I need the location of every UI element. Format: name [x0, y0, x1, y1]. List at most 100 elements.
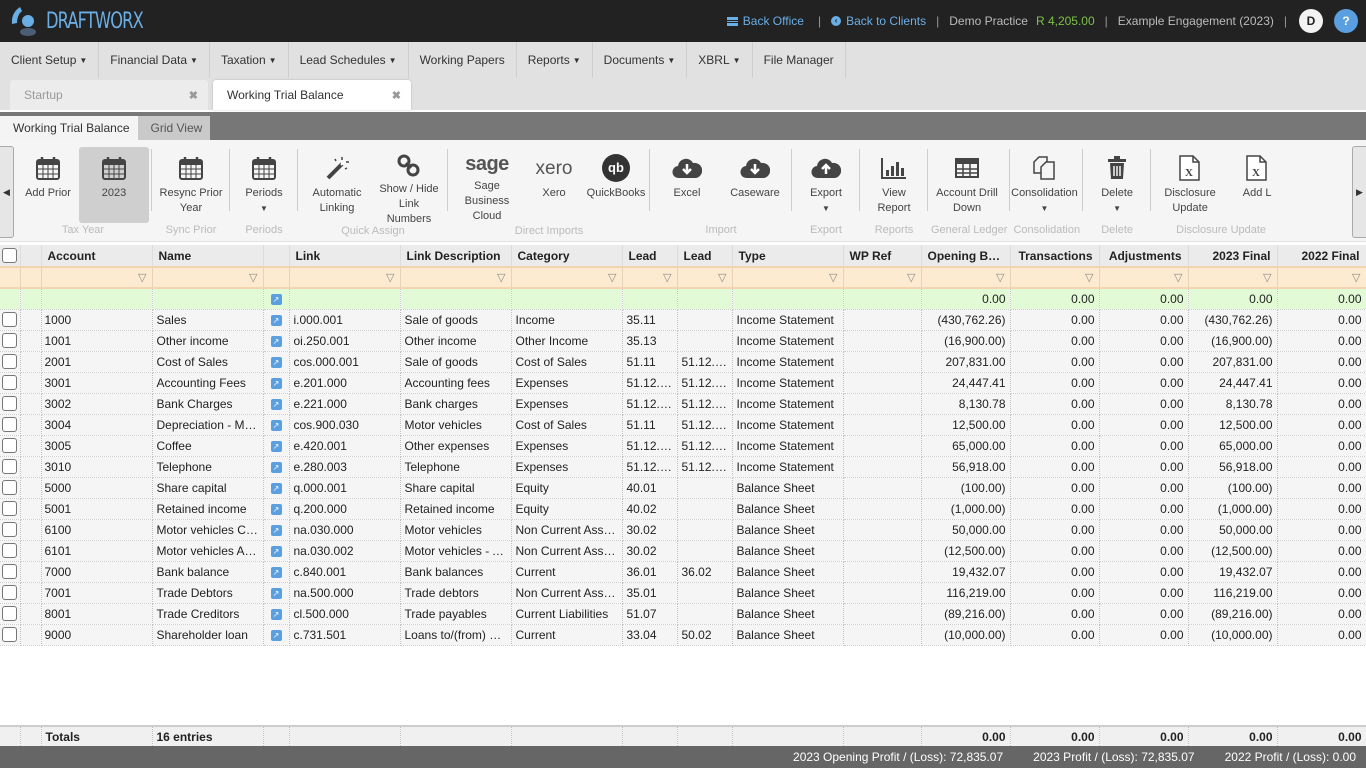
- lead2-cell[interactable]: [677, 477, 733, 499]
- filter-icon[interactable]: ▽: [249, 272, 257, 284]
- final-2022-cell[interactable]: 0.00: [1277, 477, 1366, 499]
- wp-ref-cell[interactable]: [843, 561, 922, 583]
- opening-balance-cell[interactable]: 56,918.00: [921, 456, 1011, 478]
- final-2022-cell[interactable]: 0.00: [1277, 330, 1366, 352]
- filter-icon[interactable]: ▽: [1174, 272, 1182, 284]
- type-cell[interactable]: Income Statement: [732, 393, 844, 415]
- filter-icon[interactable]: ▽: [718, 272, 726, 284]
- lead2-cell[interactable]: [677, 603, 733, 625]
- transactions-cell[interactable]: 0.00: [1010, 309, 1100, 331]
- link-icon[interactable]: ↗: [270, 294, 282, 306]
- final-2023-cell[interactable]: 207,831.00: [1188, 351, 1278, 373]
- lead2-cell[interactable]: 51.12.10: [677, 435, 733, 457]
- row-select-cell[interactable]: [0, 477, 21, 499]
- wp-ref-cell[interactable]: [843, 477, 922, 499]
- logo[interactable]: DRAFTWORX: [8, 0, 164, 42]
- category-cell[interactable]: Cost of Sales: [511, 414, 623, 436]
- lead2-cell[interactable]: [677, 498, 733, 520]
- doc-tab-startup[interactable]: Startup ✖: [10, 80, 208, 110]
- lead2-cell[interactable]: 51.12.05: [677, 414, 733, 436]
- row-checkbox[interactable]: [2, 501, 17, 517]
- final-2023-cell[interactable]: 19,432.07: [1188, 561, 1278, 583]
- account-cell[interactable]: 3001: [41, 372, 153, 394]
- lead-cell[interactable]: 51.12.08: [622, 393, 678, 415]
- adjustments-cell[interactable]: 0.00: [1099, 561, 1189, 583]
- account-cell[interactable]: 8001: [41, 603, 153, 625]
- name-cell[interactable]: Share capital: [152, 477, 264, 499]
- adjustments-cell[interactable]: 0.00: [1099, 498, 1189, 520]
- category-cell[interactable]: Expenses: [511, 456, 623, 478]
- link-icon-cell[interactable]: ↗: [263, 372, 290, 394]
- type-cell[interactable]: Income Statement: [732, 309, 844, 331]
- link-icon-cell[interactable]: ↗: [263, 519, 290, 541]
- account-cell[interactable]: 1001: [41, 330, 153, 352]
- new-entry-cell[interactable]: [289, 288, 401, 310]
- wp-ref-cell[interactable]: [843, 540, 922, 562]
- transactions-cell[interactable]: 0.00: [1010, 456, 1100, 478]
- adjustments-cell[interactable]: 0.00: [1099, 456, 1189, 478]
- transactions-cell[interactable]: 0.00: [1010, 435, 1100, 457]
- lead2-cell[interactable]: 51.12.10: [677, 372, 733, 394]
- link-icon-cell[interactable]: ↗: [263, 393, 290, 415]
- row-select-cell[interactable]: [0, 330, 21, 352]
- menu-financial-data[interactable]: Financial Data ▼: [99, 42, 210, 78]
- select-all-header[interactable]: [0, 245, 21, 268]
- final-2022-cell[interactable]: 0.00: [1277, 372, 1366, 394]
- quickbooks-button[interactable]: qb QuickBooks: [585, 147, 647, 224]
- table-row[interactable]: 3010 Telephone ↗ e.280.003 Telephone Expenses…: [0, 456, 1366, 478]
- final-2023-cell[interactable]: 116,219.00: [1188, 582, 1278, 604]
- row-checkbox[interactable]: [2, 606, 17, 622]
- name-cell[interactable]: Depreciation - Mot...: [152, 414, 264, 436]
- link-cell[interactable]: na.030.000: [289, 519, 401, 541]
- account-cell[interactable]: 6100: [41, 519, 153, 541]
- table-row[interactable]: 6100 Motor vehicles Cost ↗ na.030.000 Motor …: [0, 519, 1366, 541]
- category-cell[interactable]: Expenses: [511, 372, 623, 394]
- menu-xbrl[interactable]: XBRL ▼: [687, 42, 753, 78]
- account-cell[interactable]: 5000: [41, 477, 153, 499]
- lead-cell[interactable]: 40.02: [622, 498, 678, 520]
- lead2-cell[interactable]: 36.02: [677, 561, 733, 583]
- name-cell[interactable]: Bank balance: [152, 561, 264, 583]
- close-icon[interactable]: ✖: [189, 89, 198, 102]
- name-cell[interactable]: Other income: [152, 330, 264, 352]
- row-select-cell[interactable]: [0, 393, 21, 415]
- adjustments-cell[interactable]: 0.00: [1099, 309, 1189, 331]
- column-header[interactable]: Category: [511, 245, 623, 268]
- row-select-cell[interactable]: [0, 351, 21, 373]
- column-header[interactable]: Type: [732, 245, 844, 268]
- new-entry-cell[interactable]: [20, 288, 42, 310]
- link-icon[interactable]: ↗: [270, 566, 282, 578]
- table-row[interactable]: 2001 Cost of Sales ↗ cos.000.001 Sale of goo…: [0, 351, 1366, 373]
- filter-icon[interactable]: ▽: [608, 272, 616, 284]
- new-entry-cell[interactable]: [152, 288, 264, 310]
- category-cell[interactable]: Current Liabilities: [511, 603, 623, 625]
- table-row[interactable]: 1000 Sales ↗ i.000.001 Sale of goods Income 35…: [0, 309, 1366, 331]
- transactions-cell[interactable]: 0.00: [1010, 393, 1100, 415]
- link-cell[interactable]: e.420.001: [289, 435, 401, 457]
- link-description-cell[interactable]: Retained income: [400, 498, 512, 520]
- user-avatar[interactable]: D: [1299, 9, 1323, 33]
- row-checkbox[interactable]: [2, 564, 17, 580]
- view-report-button[interactable]: View Report: [863, 147, 925, 223]
- filter-cell[interactable]: [263, 267, 290, 289]
- row-select-cell[interactable]: [0, 456, 21, 478]
- link-description-cell[interactable]: Motor vehicles: [400, 414, 512, 436]
- final-2022-cell[interactable]: 0.00: [1277, 540, 1366, 562]
- wp-ref-cell[interactable]: [843, 435, 922, 457]
- link-description-cell[interactable]: Motor vehicles: [400, 519, 512, 541]
- row-select-cell[interactable]: [0, 519, 21, 541]
- transactions-cell[interactable]: 0.00: [1010, 582, 1100, 604]
- new-entry-cell[interactable]: 0.00: [1010, 288, 1100, 310]
- link-cell[interactable]: na.030.002: [289, 540, 401, 562]
- category-cell[interactable]: Current: [511, 624, 623, 646]
- row-select-cell[interactable]: [0, 624, 21, 646]
- column-header[interactable]: Lead: [622, 245, 678, 268]
- category-cell[interactable]: Income: [511, 309, 623, 331]
- transactions-cell[interactable]: 0.00: [1010, 603, 1100, 625]
- filter-cell[interactable]: ▽: [1277, 267, 1366, 289]
- account-cell[interactable]: 7001: [41, 582, 153, 604]
- export-button[interactable]: Export ▼: [795, 147, 857, 223]
- link-description-cell[interactable]: Share capital: [400, 477, 512, 499]
- filter-icon[interactable]: ▽: [386, 272, 394, 284]
- column-header[interactable]: Transactions: [1010, 245, 1100, 268]
